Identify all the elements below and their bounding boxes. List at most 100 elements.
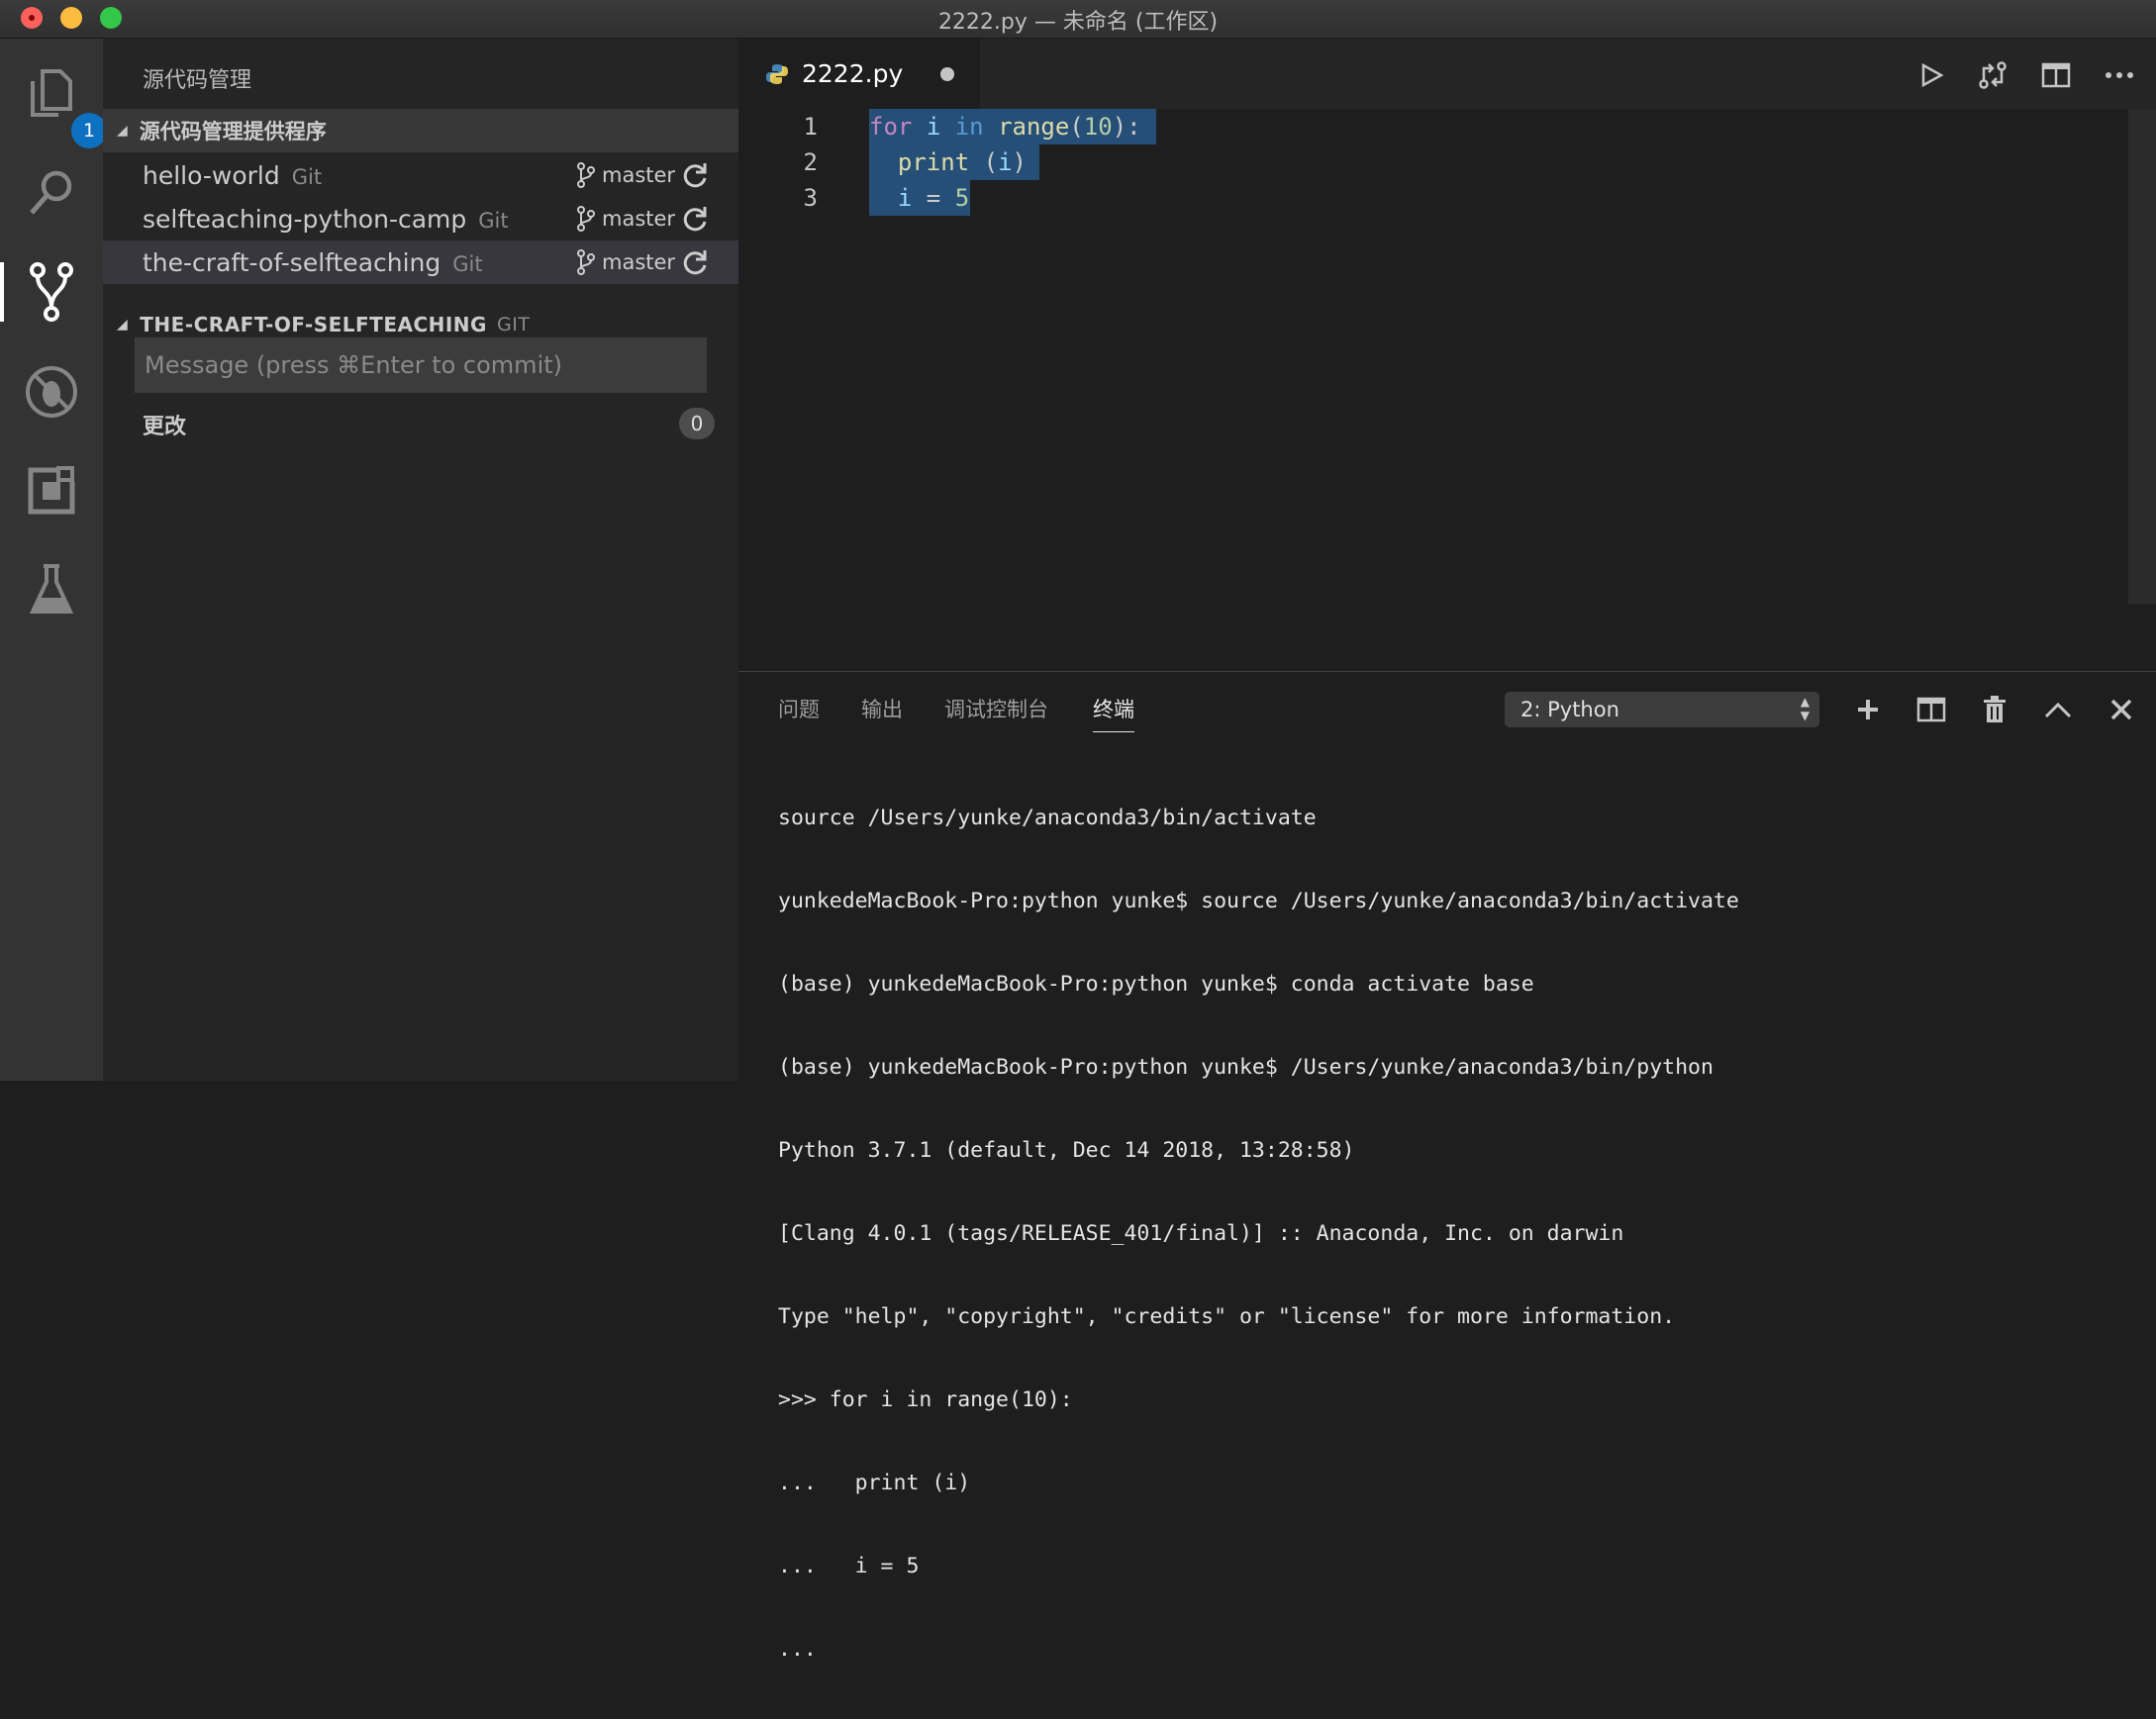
- chevron-up-icon: [2044, 702, 2072, 718]
- kill-terminal-button[interactable]: [1978, 693, 2011, 726]
- branch-name: master: [602, 163, 676, 187]
- activity-bar: 1: [0, 39, 107, 1081]
- terminal-line: ...: [778, 1637, 817, 1662]
- line-number: 3: [803, 184, 818, 212]
- explorer-badge: 1: [71, 113, 107, 148]
- files-icon: [31, 69, 72, 117]
- repo-section-type: GIT: [496, 314, 531, 335]
- changes-count-badge: 0: [679, 408, 715, 439]
- branch-indicator[interactable]: master: [576, 206, 675, 232]
- debug-icon: [26, 366, 77, 418]
- extensions-button[interactable]: [22, 461, 81, 521]
- search-button[interactable]: [22, 163, 81, 223]
- terminal-line: ... print (i): [778, 1471, 971, 1495]
- split-editor-icon: [2041, 62, 2071, 88]
- split-terminal-icon: [1916, 697, 1946, 722]
- source-control-button[interactable]: [0, 262, 103, 322]
- flask-icon: [29, 564, 74, 614]
- editor-scrollbar[interactable]: [2128, 109, 2156, 604]
- close-panel-button[interactable]: [2105, 693, 2138, 726]
- branch-name: master: [602, 207, 676, 231]
- select-arrows-icon: ▲ ▼: [1800, 695, 1810, 722]
- terminal-selector-value: 2: Python: [1520, 698, 1619, 721]
- terminal-selector[interactable]: 2: Python ▲ ▼: [1505, 692, 1819, 727]
- trash-icon: [1984, 696, 2006, 722]
- changes-label[interactable]: 更改: [143, 409, 186, 440]
- providers-header-label: 源代码管理提供程序: [139, 120, 327, 143]
- terminal-line: source /Users/yunke/anaconda3/bin/activa…: [778, 806, 1317, 830]
- branch-indicator[interactable]: master: [576, 162, 675, 188]
- ellipsis-icon: [2106, 72, 2133, 78]
- repo-row-selfteaching-python-camp[interactable]: selfteaching-python-camp Git master: [103, 197, 738, 240]
- providers-section-header[interactable]: ◢ 源代码管理提供程序: [103, 109, 738, 152]
- maximize-panel-button[interactable]: [2041, 693, 2075, 726]
- split-terminal-button[interactable]: [1914, 693, 1948, 726]
- open-changes-button[interactable]: [1976, 58, 2009, 92]
- bottom-panel: 问题 输出 调试控制台 终端 2: Python ▲ ▼ source /User…: [738, 671, 2156, 1662]
- terminal-line: >>> for i in range(10):: [778, 1387, 1073, 1412]
- terminal-line: (base) yunkedeMacBook-Pro:python yunke$ …: [778, 972, 1534, 997]
- code-line[interactable]: 1 for i in range(10):: [738, 109, 2124, 144]
- branch-name: master: [602, 250, 676, 274]
- tab-output[interactable]: 输出: [861, 694, 903, 731]
- repo-type: Git: [452, 251, 483, 276]
- test-button[interactable]: [22, 560, 81, 620]
- python-file-icon: [766, 63, 788, 84]
- extensions-icon: [28, 466, 76, 515]
- new-terminal-button[interactable]: [1851, 693, 1885, 726]
- branch-indicator[interactable]: master: [576, 249, 675, 275]
- run-button[interactable]: [1914, 58, 1948, 92]
- code-text-line-1: for i in range(10):: [869, 113, 1141, 141]
- tab-problems[interactable]: 问题: [778, 694, 820, 731]
- git-branch-icon: [577, 206, 595, 232]
- repo-row-hello-world[interactable]: hello-world Git master: [103, 153, 738, 197]
- search-icon: [30, 170, 72, 215]
- window-title: 2222.py — 未命名 (工作区): [937, 10, 1219, 35]
- editor-tab-bar: 2222.py: [738, 39, 2156, 109]
- plus-icon: [1858, 700, 1878, 719]
- source-control-sidebar: 源代码管理 ◢ 源代码管理提供程序 hello-world Git master…: [103, 39, 738, 1081]
- debug-button[interactable]: [22, 362, 81, 422]
- sync-icon[interactable]: [681, 161, 709, 189]
- repo-section-name: THE-CRAFT-OF-SELFTEACHING: [140, 313, 487, 336]
- tab-2222-py[interactable]: 2222.py: [738, 39, 980, 109]
- explorer-button[interactable]: 1: [22, 63, 107, 148]
- close-icon: [2110, 699, 2132, 720]
- code-editor[interactable]: 1 for i in range(10): 2 print (i) 3 i = …: [738, 109, 2156, 671]
- terminal-line: yunkedeMacBook-Pro:python yunke$ source …: [778, 889, 1739, 913]
- split-editor-button[interactable]: [2039, 58, 2073, 92]
- sidebar-title: 源代码管理: [143, 68, 252, 93]
- source-control-icon: [30, 262, 73, 322]
- sync-icon[interactable]: [681, 248, 709, 276]
- more-actions-button[interactable]: [2103, 58, 2136, 92]
- repo-type: Git: [291, 164, 323, 189]
- repo-name: selfteaching-python-camp: [143, 204, 467, 234]
- terminal-line: (base) yunkedeMacBook-Pro:python yunke$ …: [778, 1055, 1714, 1080]
- code-line[interactable]: 2 print (i): [738, 144, 2124, 180]
- repo-row-the-craft-of-selfteaching[interactable]: the-craft-of-selfteaching Git master: [103, 240, 738, 284]
- play-icon: [1921, 62, 1944, 88]
- tab-terminal[interactable]: 终端: [1093, 694, 1134, 732]
- tab-filename: 2222.py: [802, 59, 904, 88]
- unsaved-dot-icon[interactable]: [940, 67, 954, 81]
- terminal-output[interactable]: source /Users/yunke/anaconda3/bin/activa…: [778, 749, 1739, 1719]
- terminal-line: ... i = 5: [778, 1554, 920, 1578]
- repo-name: hello-world: [143, 160, 280, 190]
- collapse-triangle-icon: ◢: [117, 123, 128, 139]
- repo-type: Git: [478, 208, 509, 233]
- terminal-line: Type "help", "copyright", "credits" or "…: [778, 1304, 1676, 1329]
- git-compare-icon: [1979, 61, 2007, 89]
- commit-message-input[interactable]: [135, 337, 707, 393]
- repo-name: the-craft-of-selfteaching: [143, 247, 441, 277]
- sync-icon[interactable]: [681, 205, 709, 233]
- code-text-line-2: print (i): [897, 148, 1027, 176]
- collapse-triangle-icon: ◢: [117, 317, 129, 333]
- terminal-line: Python 3.7.1 (default, Dec 14 2018, 13:2…: [778, 1138, 1355, 1163]
- line-number: 2: [803, 148, 818, 176]
- title-bar: 2222.py — 未命名 (工作区): [0, 0, 2156, 39]
- tab-debug-console[interactable]: 调试控制台: [944, 694, 1048, 731]
- code-line[interactable]: 3 i = 5: [738, 180, 2124, 216]
- git-branch-icon: [577, 249, 595, 275]
- code-text-line-3: i = 5: [897, 184, 970, 212]
- line-number: 1: [803, 113, 818, 141]
